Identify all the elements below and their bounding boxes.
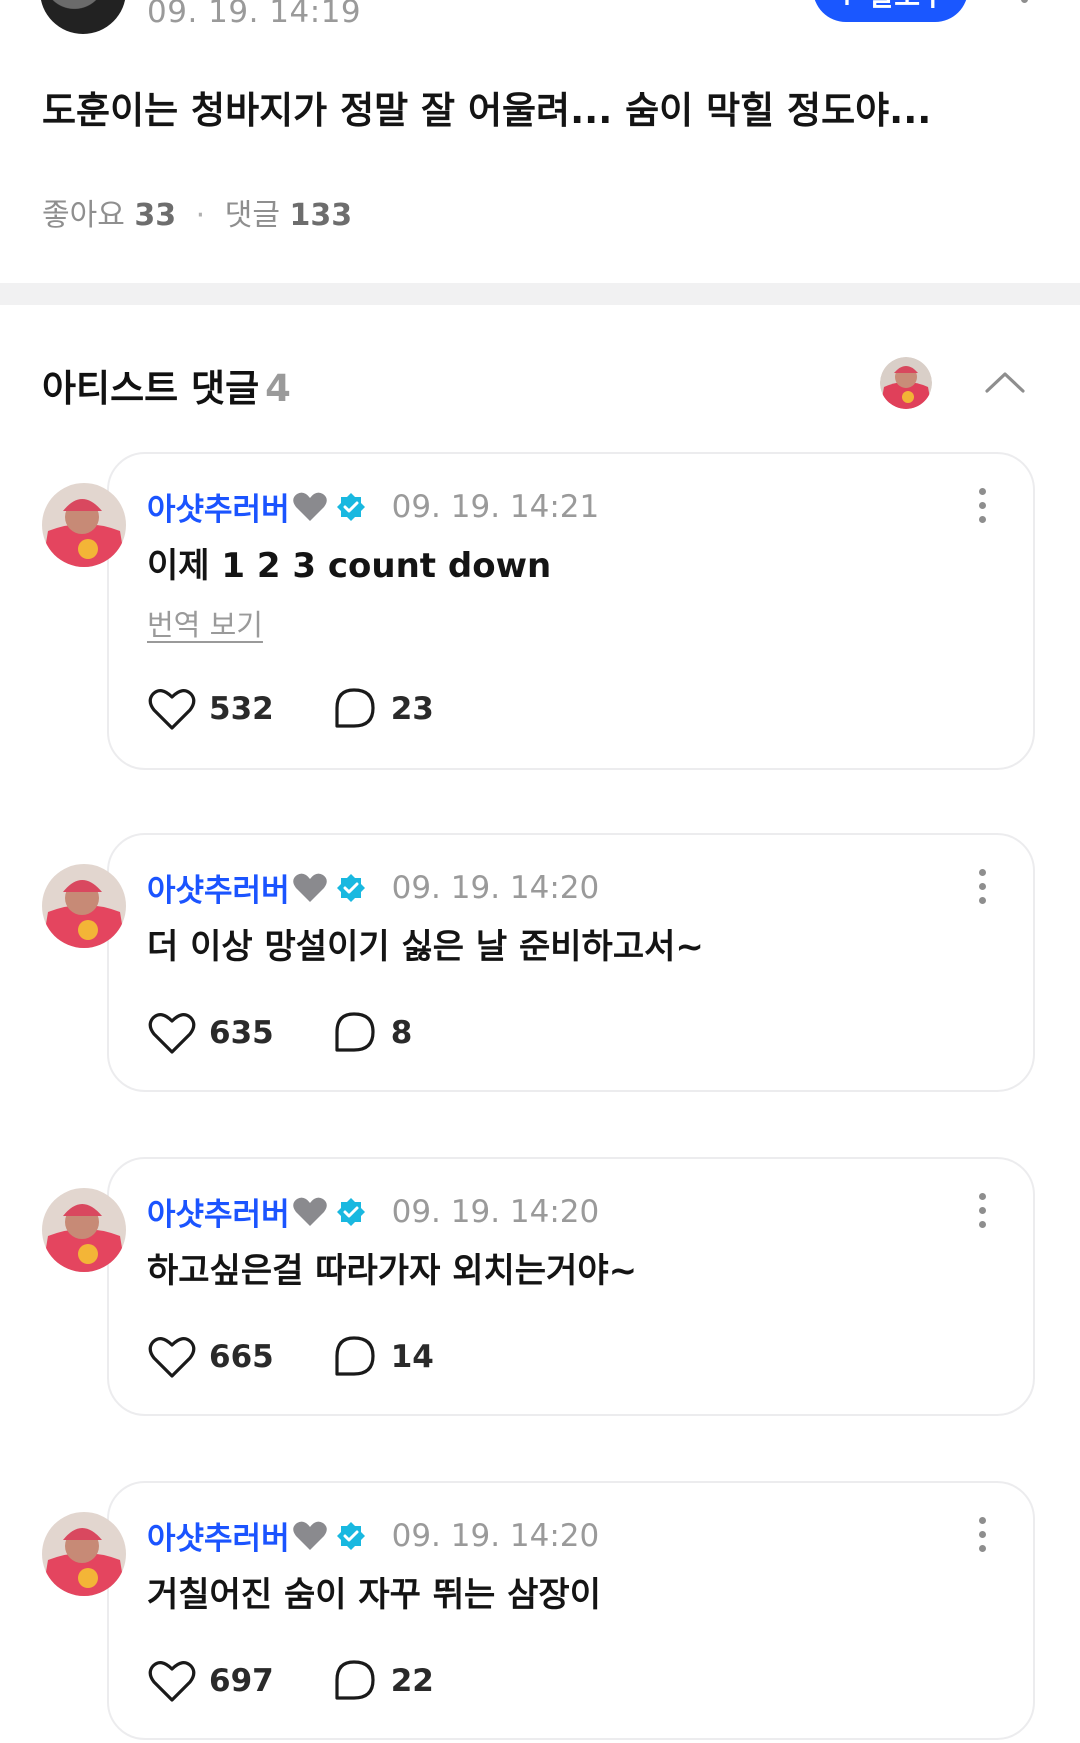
comment-text: 거칠어진 숨이 자꾸 뛰는 삼장이 [147,1575,601,1615]
commenter-name[interactable]: 아샷추러버 [147,484,290,529]
more-vertical-icon[interactable] [976,867,988,907]
likes-label: 좋아요 [42,198,125,233]
grey-heart-emoji-icon [292,873,327,902]
comment-timestamp: 09. 19. 14:20 [391,1517,600,1554]
more-vertical-icon[interactable] [976,1515,988,1555]
reply-count: 14 [390,1339,434,1375]
reply-count: 23 [390,691,434,727]
post-more-icon[interactable] [1018,0,1030,16]
comment-timestamp: 09. 19. 14:20 [391,869,600,906]
commenter-avatar[interactable] [42,1188,126,1272]
speech-bubble-icon[interactable] [329,686,379,732]
collapse-chevron-up-icon[interactable] [982,362,1028,402]
comments-label: 댓글 [224,198,280,233]
comment-header: 아샷추러버 09. 19. 14:21 [147,484,599,529]
comment-actions: 532 23 [147,686,434,732]
artist-comments-count: 4 [265,367,291,410]
artist-comments-title: 아티스트 댓글 4 [42,358,291,412]
like-count: 635 [209,1015,274,1051]
grey-heart-emoji-icon [292,492,327,521]
heart-icon[interactable] [147,686,197,732]
artist-avatar-icon[interactable] [880,357,932,409]
like-count: 665 [209,1339,274,1375]
grey-heart-emoji-icon [292,1521,327,1550]
artist-comments-label: 아티스트 댓글 [42,367,260,410]
comment-actions: 635 8 [147,1010,412,1056]
like-count: 697 [209,1663,274,1699]
grey-heart-emoji-icon [292,1197,327,1226]
verified-badge-icon [336,1521,365,1550]
comment-actions: 697 22 [147,1658,434,1704]
comment-timestamp: 09. 19. 14:21 [391,488,600,525]
section-divider [0,283,1080,305]
commenter-name[interactable]: 아샷추러버 [147,1189,290,1234]
stats-separator: · [195,198,206,233]
heart-icon[interactable] [147,1658,197,1704]
translate-link[interactable]: 번역 보기 [147,602,263,644]
commenter-name[interactable]: 아샷추러버 [147,865,290,910]
more-vertical-icon[interactable] [976,486,988,526]
comment-actions: 665 14 [147,1334,434,1380]
verified-badge-icon [336,492,365,521]
heart-icon[interactable] [147,1010,197,1056]
speech-bubble-icon[interactable] [329,1334,379,1380]
comment-header: 아샷추러버 09. 19. 14:20 [147,865,599,910]
reply-count: 22 [390,1663,434,1699]
comment-text: 하고싶은걸 따라가자 외치는거야~ [147,1251,638,1291]
post-timestamp: 09. 19. 14:19 [147,0,362,30]
post-body-text: 도훈이는 청바지가 정말 잘 어울려... 숨이 막힐 정도야... [42,89,932,132]
comment-text: 더 이상 망설이기 싫은 날 준비하고서~ [147,927,704,967]
commenter-avatar[interactable] [42,1512,126,1596]
comments-count[interactable]: 133 [290,198,353,233]
verified-badge-icon [336,1197,365,1226]
commenter-avatar[interactable] [42,864,126,948]
speech-bubble-icon[interactable] [329,1658,379,1704]
comment-timestamp: 09. 19. 14:20 [391,1193,600,1230]
commenter-avatar[interactable] [42,483,126,567]
speech-bubble-icon[interactable] [329,1010,379,1056]
follow-button[interactable]: + 팔로우 [813,0,968,22]
more-vertical-icon[interactable] [976,1191,988,1231]
likes-count[interactable]: 33 [134,198,176,233]
comment-header: 아샷추러버 09. 19. 14:20 [147,1513,599,1558]
comment-text: 이제 1 2 3 count down [147,546,552,586]
post-author-avatar[interactable] [40,0,126,34]
heart-icon[interactable] [147,1334,197,1380]
like-count: 532 [209,691,274,727]
reply-count: 8 [390,1015,413,1051]
verified-badge-icon [336,873,365,902]
post-stats: 좋아요 33 · 댓글 133 [42,190,352,234]
comment-header: 아샷추러버 09. 19. 14:20 [147,1189,599,1234]
commenter-name[interactable]: 아샷추러버 [147,1513,290,1558]
